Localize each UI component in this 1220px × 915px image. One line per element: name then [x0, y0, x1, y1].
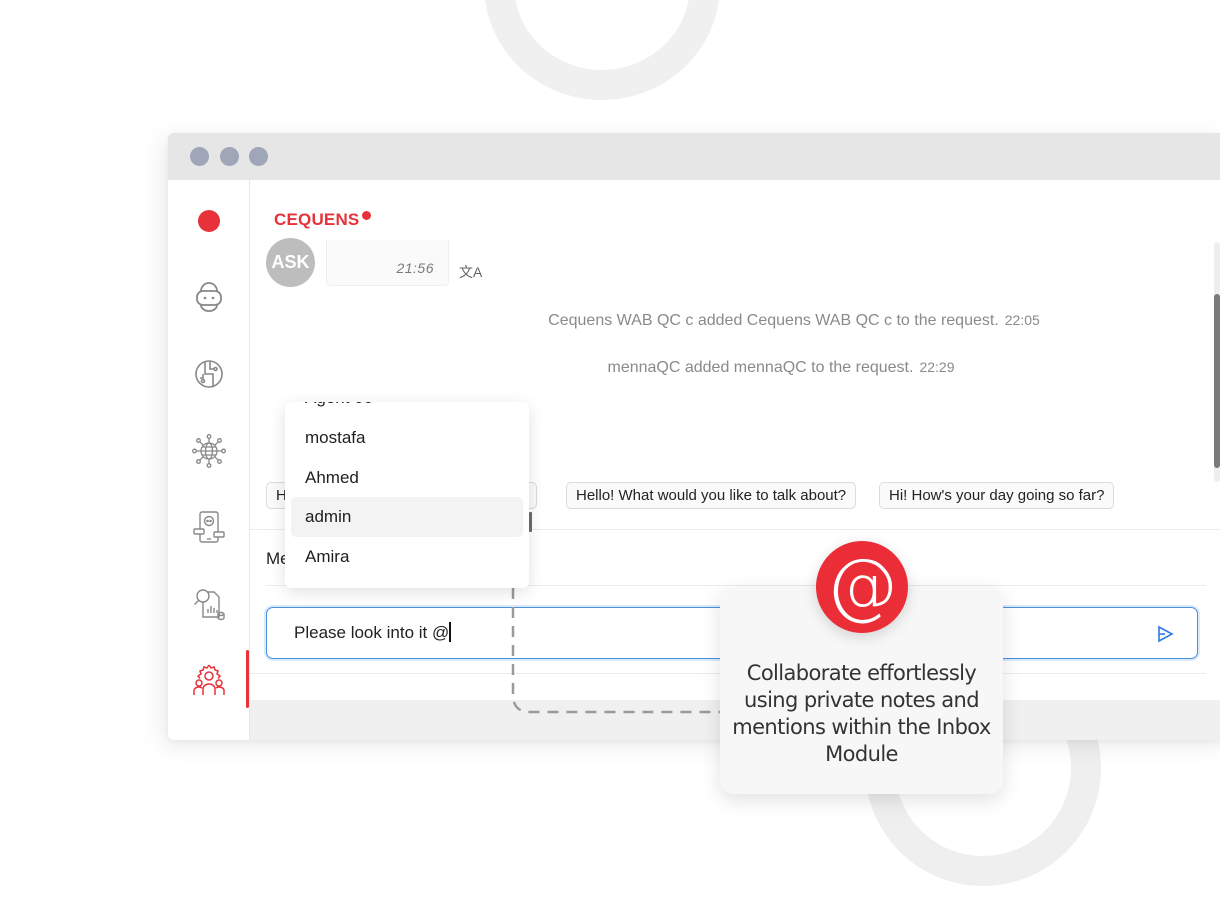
- message-bubble: 21:56: [326, 240, 449, 286]
- chat-scrollbar-thumb[interactable]: [1214, 294, 1220, 468]
- sidebar: [168, 180, 250, 740]
- window-maximize-button[interactable]: [249, 147, 268, 166]
- mention-option[interactable]: mostafa: [291, 418, 523, 458]
- send-icon[interactable]: [1155, 624, 1175, 644]
- mention-option[interactable]: Agent 00: [291, 402, 523, 418]
- decorative-ring-top: [484, 0, 720, 100]
- system-message-time: 22:29: [919, 359, 955, 375]
- sidebar-active-indicator: [246, 650, 249, 708]
- quick-reply-chip[interactable]: Hi! How's your day going so far?: [879, 482, 1115, 509]
- sidebar-item-network[interactable]: [188, 430, 230, 472]
- sidebar-item-circuit[interactable]: [188, 353, 230, 395]
- at-mention-icon: @: [816, 541, 908, 633]
- message-time: 21:56: [396, 260, 434, 276]
- chat-scrollbar[interactable]: [1214, 242, 1220, 482]
- translate-icon[interactable]: 文A: [459, 262, 482, 282]
- quick-reply-chip[interactable]: Hello! What would you like to talk about…: [566, 482, 857, 509]
- system-message-time: 22:05: [1004, 312, 1040, 328]
- network-globe-icon: [192, 434, 226, 468]
- sidebar-item-mobile-chat[interactable]: [188, 506, 230, 548]
- system-message-text: mennaQC added mennaQC to the request.: [607, 359, 914, 376]
- team-gear-icon: [193, 664, 225, 695]
- brand-logo-dot: [362, 211, 371, 220]
- analytics-search-icon: [194, 589, 225, 621]
- window-close-button[interactable]: [190, 147, 209, 166]
- avatar: ASK: [266, 238, 315, 287]
- stage: CEQUENS ASK 21:56 文A Cequens WAB QC c ad…: [0, 0, 1220, 915]
- bot-icon: [196, 282, 222, 312]
- mention-option-selected[interactable]: admin: [291, 497, 523, 537]
- system-message: Cequens WAB QC c added Cequens WAB QC c …: [250, 312, 1220, 330]
- sidebar-item-status[interactable]: [188, 200, 230, 242]
- red-dot-icon: [198, 210, 220, 232]
- sidebar-item-bot[interactable]: [188, 277, 230, 319]
- callout-text: Collaborate effortlessly using private n…: [732, 661, 991, 766]
- text-caret: [449, 622, 451, 642]
- mention-option[interactable]: Amira: [291, 537, 523, 577]
- mention-dropdown: Agent 00 mostafa Ahmed admin Amira: [285, 402, 529, 588]
- sidebar-item-team-settings[interactable]: [188, 659, 230, 701]
- mobile-chat-icon: [193, 511, 225, 543]
- window-minimize-button[interactable]: [220, 147, 239, 166]
- message-input-value: Please look into it @: [294, 623, 450, 642]
- brand-logo: CEQUENS: [274, 210, 360, 229]
- circuit-icon: [195, 360, 223, 388]
- system-message-text: Cequens WAB QC c added Cequens WAB QC c …: [548, 312, 999, 329]
- mention-option[interactable]: Ahmed: [291, 458, 523, 498]
- mention-dropdown-scrollbar[interactable]: [529, 512, 532, 532]
- titlebar: [168, 133, 1220, 180]
- system-message: mennaQC added mennaQC to the request. 22:…: [250, 359, 1220, 377]
- sidebar-item-analytics[interactable]: [188, 583, 230, 625]
